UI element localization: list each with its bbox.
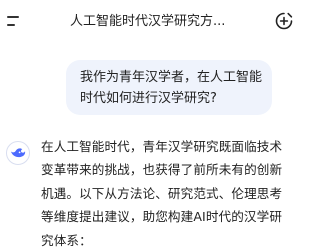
user-message-text: 我作为青年汉学者，在人工智能时代如何进行汉学研究? — [80, 70, 263, 106]
top-bar: 人工智能时代汉学研究方... — [0, 0, 298, 44]
whale-logo-icon — [6, 141, 30, 165]
user-message-bubble: 我作为青年汉学者，在人工智能时代如何进行汉学研究? — [66, 60, 272, 115]
assistant-message: 在人工智能时代，青年汉学研究既面临技术变革带来的挑战，也获得了前所未有的创新机遇… — [41, 139, 283, 248]
menu-icon[interactable] — [7, 14, 23, 28]
new-chat-icon[interactable] — [275, 12, 293, 30]
conversation-title: 人工智能时代汉学研究方... — [70, 14, 226, 29]
